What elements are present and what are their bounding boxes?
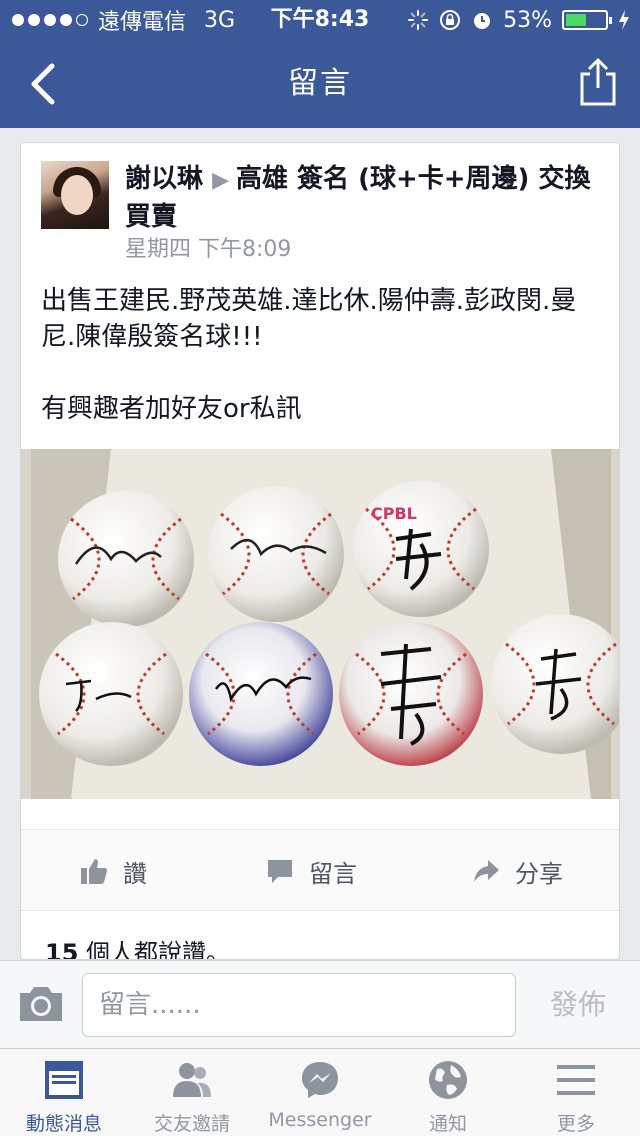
signed-baseballs-photo: CPBL — [21, 449, 619, 799]
battery-percent: 53% — [503, 7, 552, 33]
tab-label: 交友邀請 — [153, 1113, 230, 1135]
tab-label: 更多 — [556, 1113, 595, 1135]
comment-button[interactable]: 留言 — [265, 830, 357, 912]
baseball — [208, 486, 344, 622]
tab-notifications[interactable]: 通知 — [384, 1049, 512, 1136]
back-button[interactable] — [24, 62, 64, 106]
baseball — [189, 622, 333, 766]
like-button[interactable]: 讚 — [79, 830, 147, 912]
battery-icon — [562, 10, 612, 30]
camera-icon — [20, 987, 62, 1021]
arrow-right-icon: ▶ — [212, 168, 236, 193]
charging-icon — [619, 10, 629, 30]
baseball — [58, 491, 194, 627]
menu-icon — [557, 1065, 595, 1095]
tab-bar: 動態消息 交友邀請 Messenger 通知 更多 — [0, 1048, 640, 1136]
post-card: 謝以琳 ▶ 高雄 簽名 (球+卡+周邊) 交換買賣 星期四 下午8:09 出售王… — [20, 142, 620, 960]
comment-input[interactable] — [82, 973, 516, 1037]
friends-icon — [173, 1063, 211, 1097]
baseball — [39, 622, 183, 766]
avatar[interactable] — [41, 161, 109, 229]
share-label: 分享 — [515, 859, 563, 888]
post-actions: 讚 留言 分享 — [21, 829, 619, 912]
comment-icon — [268, 860, 292, 883]
alarm-icon — [474, 13, 491, 29]
globe-icon — [429, 1061, 467, 1099]
tab-more[interactable]: 更多 — [512, 1049, 640, 1136]
post-text-line: 有興趣者加好友or私訊 — [41, 394, 302, 424]
baseball — [339, 622, 483, 766]
likes-summary[interactable]: 15 個人都說讚。 — [45, 933, 231, 960]
likes-number: 15 — [45, 939, 79, 960]
post-photo[interactable]: CPBL — [21, 449, 619, 799]
author-name[interactable]: 謝以琳 — [125, 164, 203, 194]
share-arrow-icon — [474, 860, 499, 882]
comment-label: 留言 — [309, 859, 357, 888]
post-timestamp: 星期四 下午8:09 — [125, 237, 292, 262]
nav-bar: 留言 — [0, 40, 640, 128]
thumbs-up-icon — [81, 859, 107, 884]
post-text: 出售王建民.野茂英雄.達比休.陽仲壽.彭政閔.曼尼.陳偉殷簽名球!!! 有興趣者… — [41, 283, 601, 463]
rotation-lock-icon — [440, 10, 461, 30]
likes-text: 個人都說讚。 — [78, 939, 231, 960]
baseball: CPBL — [353, 481, 489, 617]
ball-logo-text: CPBL — [371, 504, 417, 523]
news-feed-icon — [45, 1061, 83, 1099]
like-label: 讚 — [123, 859, 147, 888]
status-right: 53% — [407, 0, 630, 40]
page-title: 留言 — [288, 66, 352, 101]
share-button[interactable] — [578, 56, 618, 108]
tab-news-feed[interactable]: 動態消息 — [0, 1049, 128, 1136]
status-bar: 遠傳電信 3G 下午8:43 53% — [0, 0, 640, 40]
camera-button[interactable] — [16, 983, 66, 1025]
comment-composer: 發佈 — [0, 960, 640, 1048]
tab-label: 動態消息 — [25, 1113, 102, 1135]
messenger-icon — [302, 1062, 338, 1098]
tab-friend-requests[interactable]: 交友邀請 — [128, 1049, 256, 1136]
post-text-line: 出售王建民.野茂英雄.達比休.陽仲壽.彭政閔.曼尼.陳偉殷簽名球!!! — [41, 286, 577, 352]
share-action-button[interactable]: 分享 — [471, 830, 563, 912]
tab-messenger[interactable]: Messenger — [256, 1049, 384, 1136]
tab-label: 通知 — [428, 1113, 467, 1135]
tab-label: Messenger — [268, 1109, 372, 1131]
share-icon — [580, 58, 616, 106]
post-header: 謝以琳 ▶ 高雄 簽名 (球+卡+周邊) 交換買賣 — [125, 161, 601, 235]
activity-spinner-icon — [408, 10, 429, 30]
chevron-left-icon — [31, 63, 55, 105]
publish-button[interactable]: 發佈 — [530, 961, 626, 1049]
